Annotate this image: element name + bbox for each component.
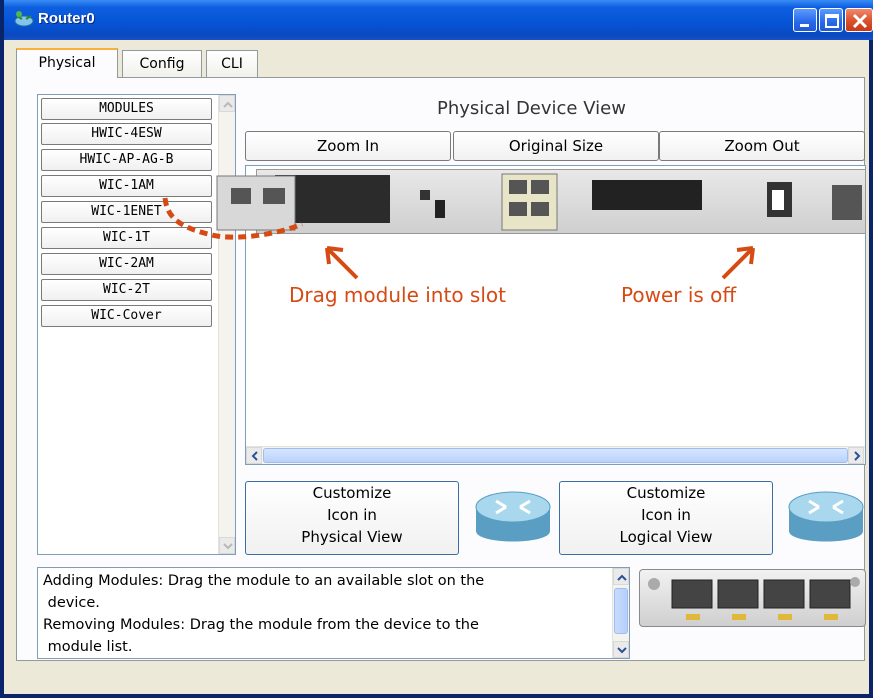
- window-title: Router0: [38, 10, 95, 27]
- chevron-down-icon: [223, 543, 233, 550]
- customize-physical-icon-button[interactable]: Customize Icon in Physical View: [245, 481, 459, 555]
- info-text: Adding Modules: Drag the module to an av…: [43, 570, 608, 658]
- button-line: Icon in: [327, 506, 377, 524]
- physical-panel: MODULES HWIC-4ESW HWIC-AP-AG-B WIC-1AM W…: [16, 77, 866, 661]
- module-preview-image: [639, 569, 866, 627]
- close-icon: [852, 13, 868, 29]
- info-line: device.: [43, 595, 100, 611]
- title-bar[interactable]: Router0: [4, 0, 873, 40]
- chevron-left-icon: [251, 451, 258, 461]
- button-line: Logical View: [619, 528, 713, 546]
- scroll-thumb[interactable]: [614, 588, 628, 634]
- power-hint-label: Power is off: [621, 283, 737, 307]
- button-line: Customize: [312, 484, 392, 502]
- scroll-thumb[interactable]: [263, 448, 848, 463]
- chevron-up-icon: [617, 574, 627, 581]
- drag-hint-label: Drag module into slot: [289, 283, 506, 307]
- close-button[interactable]: [845, 8, 873, 32]
- minimize-icon: [800, 24, 809, 27]
- info-line: Removing Modules: Drag the module from t…: [43, 617, 479, 633]
- customize-logical-icon-button[interactable]: Customize Icon in Logical View: [559, 481, 773, 555]
- router-icon: [475, 491, 551, 542]
- info-line: module list.: [43, 639, 133, 655]
- tab-physical[interactable]: Physical: [16, 48, 118, 78]
- button-line: Icon in: [641, 506, 691, 524]
- router-window: Router0 Physical Config CLI MODULES HWIC…: [0, 0, 873, 698]
- chevron-right-icon: [854, 451, 861, 461]
- maximize-icon: [825, 14, 839, 28]
- arrow-up-left-icon: [325, 246, 359, 280]
- scroll-down-button[interactable]: [613, 641, 629, 658]
- dragged-module-icon: [216, 175, 296, 231]
- scroll-down-button[interactable]: [219, 537, 235, 554]
- module-preview-icon: [648, 577, 860, 620]
- arrow-up-right-icon: [721, 246, 755, 280]
- router-icon: [788, 491, 864, 542]
- info-scrollbar[interactable]: [612, 568, 629, 658]
- minimize-button[interactable]: [793, 8, 817, 32]
- button-line: Physical View: [301, 528, 403, 546]
- chevron-down-icon: [617, 647, 627, 654]
- scroll-right-button[interactable]: [848, 447, 864, 464]
- tab-cli[interactable]: CLI: [206, 50, 258, 78]
- info-text-box[interactable]: Adding Modules: Drag the module to an av…: [37, 567, 630, 659]
- button-line: Customize: [626, 484, 706, 502]
- horizontal-scrollbar[interactable]: [246, 446, 865, 464]
- router-app-icon: [14, 11, 34, 27]
- scroll-up-button[interactable]: [613, 568, 629, 585]
- tab-config[interactable]: Config: [122, 50, 202, 78]
- maximize-button[interactable]: [819, 8, 843, 32]
- info-line: Adding Modules: Drag the module to an av…: [43, 573, 485, 589]
- scroll-left-button[interactable]: [246, 447, 262, 464]
